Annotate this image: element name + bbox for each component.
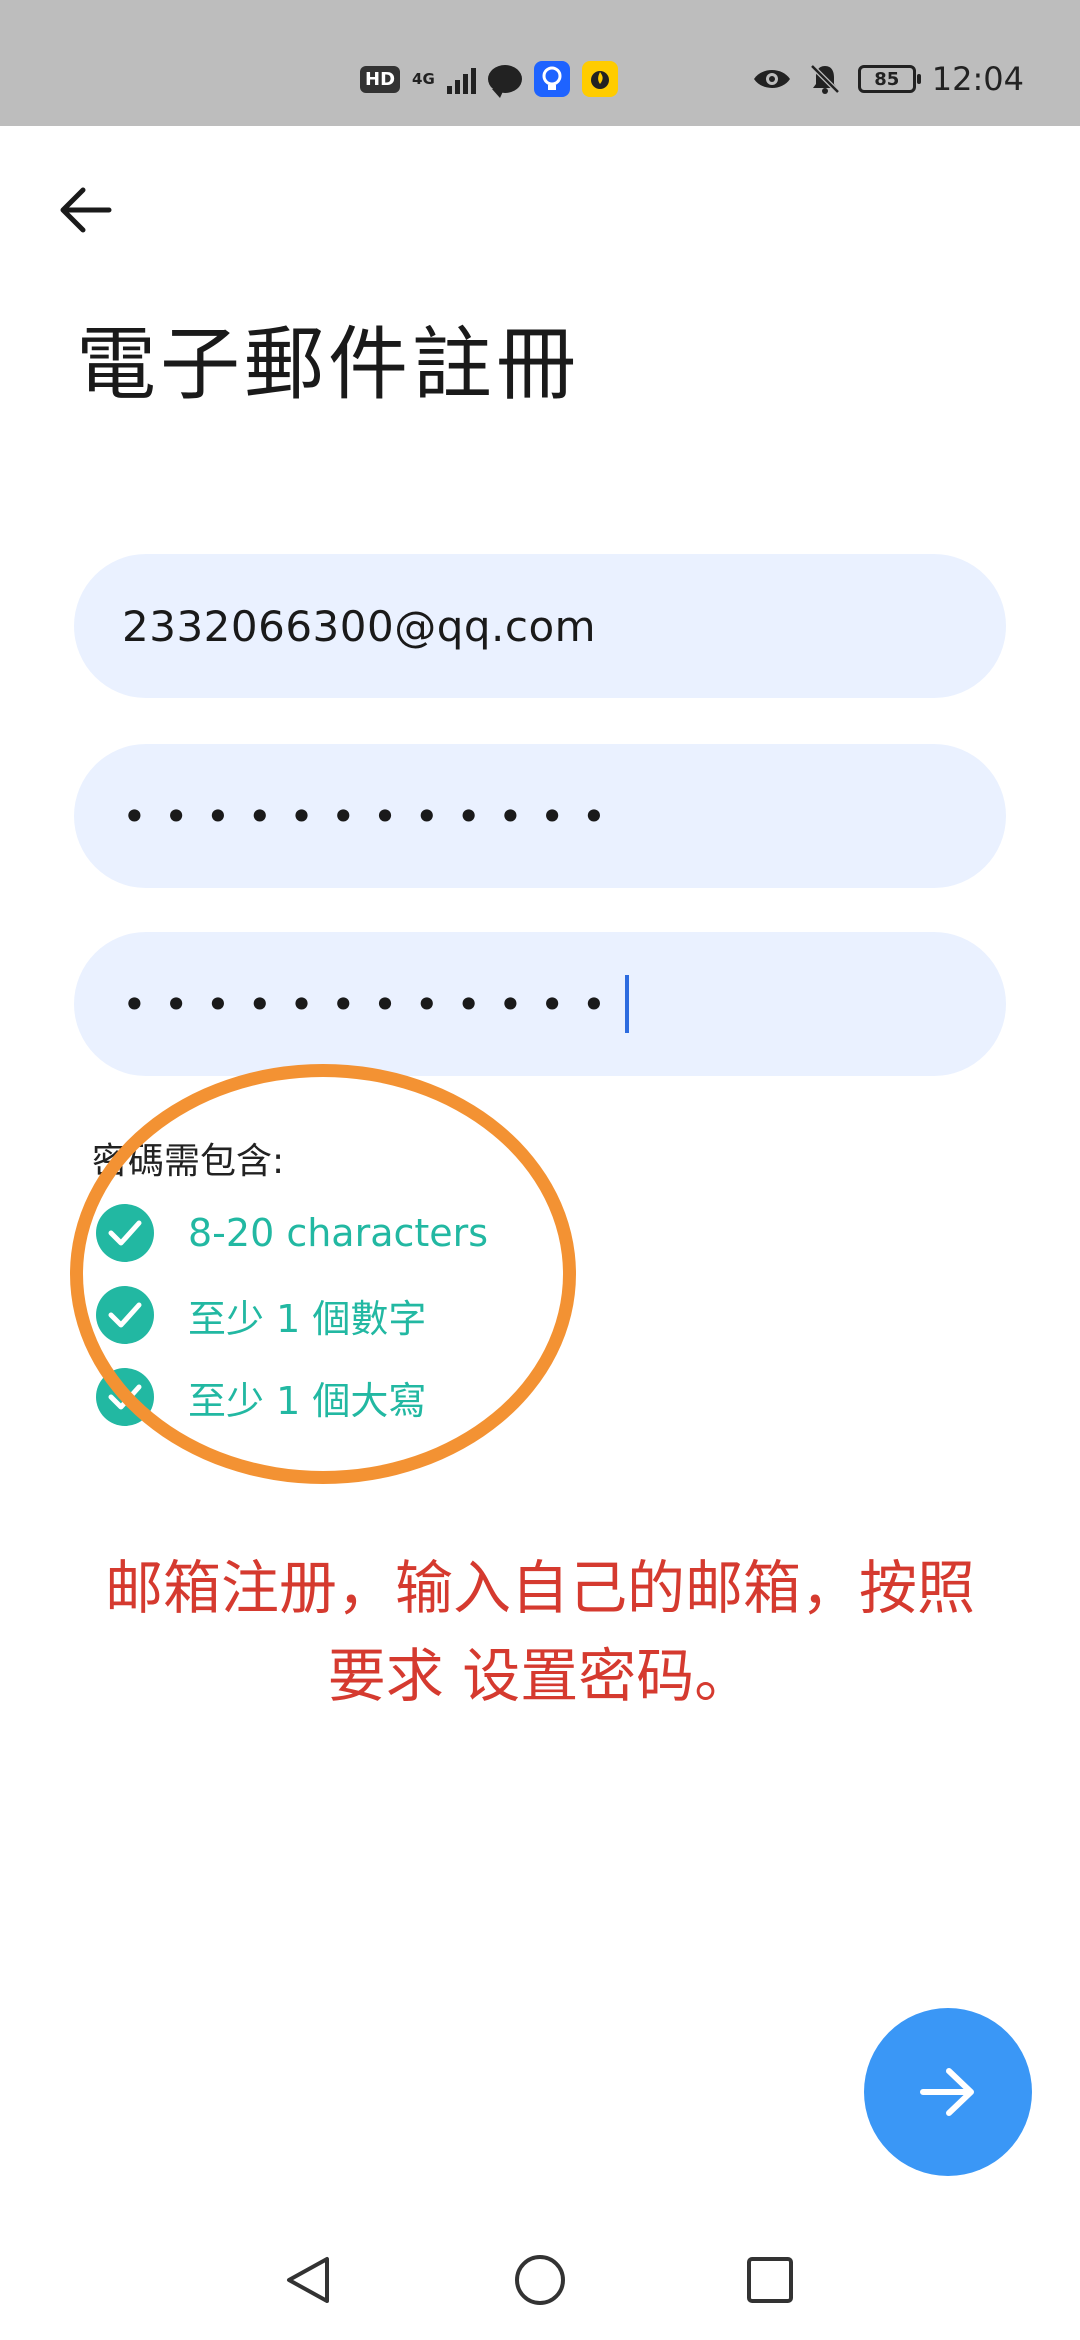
nav-home-button[interactable] xyxy=(510,2250,570,2310)
annotation-circle xyxy=(70,1064,576,1484)
network-type: 4G xyxy=(412,69,435,88)
annotation-line-2: 要求 设置密码。 xyxy=(327,1642,753,1710)
confirm-password-field[interactable]: •••••••••••• xyxy=(74,932,1006,1076)
triangle-back-icon xyxy=(287,2257,329,2303)
arrow-right-icon xyxy=(920,2068,974,2116)
eye-icon xyxy=(753,70,790,88)
password-mask: •••••••••••• xyxy=(122,791,624,841)
message-icon xyxy=(487,65,522,98)
text-caret xyxy=(625,975,630,1033)
circle-home-icon xyxy=(515,2255,565,2305)
arrow-left-icon xyxy=(60,187,112,233)
status-icons-right: 85 12:04 xyxy=(752,58,1024,100)
flame-app-icon xyxy=(581,61,618,97)
signal-icon xyxy=(446,64,476,94)
clock: 12:04 xyxy=(931,60,1024,98)
next-button[interactable] xyxy=(864,2008,1032,2176)
battery-icon: 85 xyxy=(857,65,921,93)
system-nav-bar xyxy=(0,2220,1080,2340)
hd-badge: HD xyxy=(360,65,401,93)
square-recents-icon xyxy=(747,2257,793,2303)
status-bar: HD 4G 85 12:04 xyxy=(0,0,1080,126)
page-title: 電子郵件註冊 xyxy=(76,318,580,411)
email-value: 2332066300@qq.com xyxy=(122,601,597,651)
back-button[interactable] xyxy=(50,175,120,245)
email-field[interactable]: 2332066300@qq.com xyxy=(74,554,1006,698)
password-field[interactable]: •••••••••••• xyxy=(74,744,1006,888)
annotation-line-1: 邮箱注册，输入自己的邮箱，按照 xyxy=(104,1554,975,1622)
status-icons-left: HD 4G xyxy=(360,58,618,100)
bell-off-icon xyxy=(810,64,840,94)
nav-back-button[interactable] xyxy=(278,2250,338,2310)
nav-recents-button[interactable] xyxy=(740,2250,800,2310)
lightbulb-app-icon xyxy=(533,61,570,97)
confirm-password-mask: •••••••••••• xyxy=(122,979,624,1029)
annotation-note: 邮箱注册，输入自己的邮箱，按照 要求 设置密码。 xyxy=(0,1544,1080,1720)
